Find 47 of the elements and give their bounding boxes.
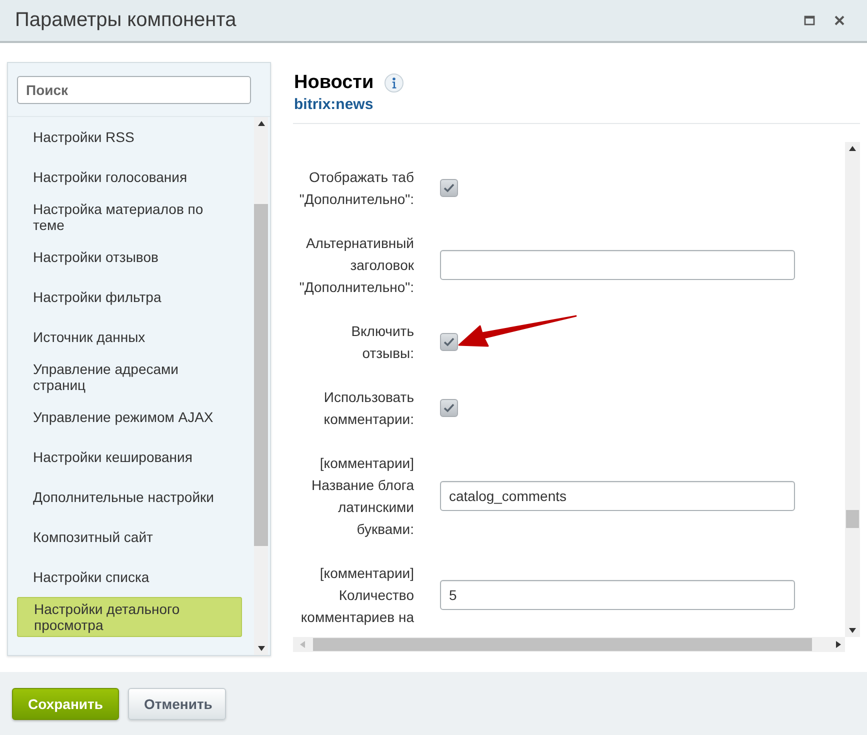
- sidebar-item[interactable]: Настройки RSS: [17, 117, 242, 157]
- input-field[interactable]: 5: [440, 580, 795, 610]
- info-icon[interactable]: [384, 73, 404, 93]
- scroll-thumb[interactable]: [254, 204, 268, 546]
- scrollbar[interactable]: [254, 117, 268, 655]
- close-icon[interactable]: [834, 15, 845, 26]
- checkmark-icon: [443, 403, 455, 413]
- input-field[interactable]: [440, 250, 795, 280]
- checkbox[interactable]: [440, 333, 458, 351]
- sidebar-item[interactable]: Источник данных: [17, 317, 242, 357]
- scrollbar[interactable]: [293, 637, 845, 652]
- scroll-down-icon[interactable]: [258, 646, 264, 651]
- sidebar-item[interactable]: Дополнительные настройки: [17, 477, 242, 517]
- scroll-down-icon[interactable]: [849, 628, 856, 633]
- field-label: [комментарии] Количество комментариев на: [300, 564, 414, 627]
- field-label: Отображать таб "Дополнительно":: [298, 168, 414, 209]
- sidebar-item[interactable]: Композитный сайт: [17, 517, 242, 557]
- sidebar-item[interactable]: Настройки голосования: [17, 157, 242, 197]
- sidebar-item[interactable]: Управление адресами страниц: [17, 357, 242, 397]
- field-label: Использовать комментарии:: [322, 388, 414, 429]
- checkmark-icon: [443, 337, 455, 347]
- sidebar-item[interactable]: Настройки детального просмотра: [17, 597, 242, 637]
- scroll-right-icon[interactable]: [836, 641, 841, 648]
- checkbox[interactable]: [440, 179, 458, 197]
- search-field[interactable]: Поиск: [17, 76, 251, 104]
- sidebar-item[interactable]: Настройка материалов по теме: [17, 197, 242, 237]
- scroll-up-icon[interactable]: [258, 121, 264, 126]
- checkbox[interactable]: [440, 399, 458, 417]
- checkmark-icon: [443, 183, 455, 193]
- sidebar-item[interactable]: Настройки списка: [17, 557, 242, 597]
- scroll-thumb[interactable]: [313, 638, 812, 651]
- field-label: [комментарии] Название блога латинскими буквами:: [310, 454, 414, 539]
- cancel-button[interactable]: Отменить: [128, 688, 226, 720]
- sidebar-item[interactable]: Настройки кеширования: [17, 437, 242, 477]
- scroll-up-icon[interactable]: [849, 146, 856, 151]
- window-title: Параметры компонента: [15, 9, 236, 32]
- input-field[interactable]: catalog_comments: [440, 481, 795, 511]
- scroll-thumb[interactable]: [846, 510, 859, 528]
- field-label: Альтернативный заголовок "Дополнительно":: [298, 234, 414, 297]
- sidebar-item[interactable]: Управление режимом AJAX: [17, 397, 242, 437]
- component-code: bitrix:news: [294, 96, 374, 113]
- sidebar-item[interactable]: Настройки фильтра: [17, 277, 242, 317]
- component-name: Новости: [294, 72, 374, 94]
- scrollbar[interactable]: [845, 142, 860, 637]
- field-label: Включить отзывы:: [350, 322, 414, 363]
- maximize-icon[interactable]: [804, 15, 815, 26]
- sidebar-item[interactable]: Настройки отзывов: [17, 237, 242, 277]
